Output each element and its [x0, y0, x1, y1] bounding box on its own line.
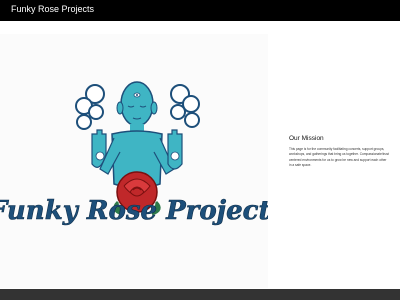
site-title-link[interactable]: Funky Rose Projects: [11, 4, 94, 15]
mission-section: Our Mission This page is for the communi…: [289, 135, 389, 168]
hero-logo-area: Funky Rose Projects: [0, 34, 268, 288]
top-nav-bar: Funky Rose Projects: [0, 0, 400, 21]
right-swirl-clouds: [170, 84, 200, 128]
mission-title: Our Mission: [289, 135, 324, 142]
logo-text: Funky Rose Projects: [0, 196, 268, 226]
left-swirl-clouds: [75, 84, 105, 130]
mission-body: This page is for the community facilitat…: [289, 147, 389, 167]
funky-rose-logo: Funky Rose Projects: [0, 81, 268, 226]
footer-bar: [0, 289, 400, 300]
